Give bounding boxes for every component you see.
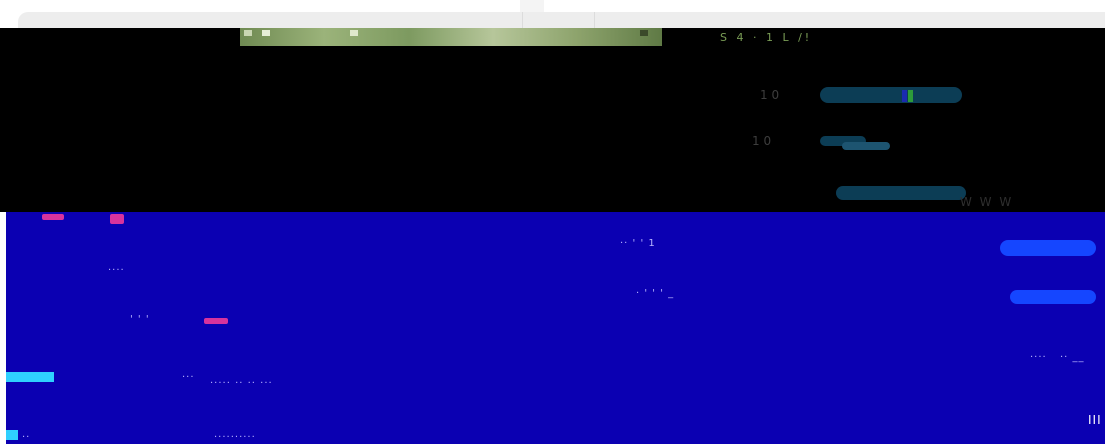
list-item-meta: 1 0 [752,134,772,148]
thumbnail-caption: S 4 · 1 L /! [720,32,813,44]
list-item-tail: W W W [960,195,1014,209]
faint-text: · ' ' ' _ [636,288,675,299]
faint-text: ·· __ [1060,352,1085,363]
app-window: S 4 · 1 L /! 1 0 1 0 W W W ·· ' ' 1 · ' … [0,0,1105,444]
dialog-overlay [6,212,1105,444]
faint-text: ·· ' ' 1 [620,238,656,249]
list-item[interactable]: 1 0 [0,122,1105,166]
option-pill[interactable] [1010,290,1096,304]
thumbnail-speck [640,30,648,36]
accent-mark [42,214,64,220]
faint-text: ·· [22,432,31,443]
list-item-title [410,132,585,150]
pill-marker [908,90,913,102]
tab-tick [520,0,544,12]
thumbnail-speck [244,30,252,36]
progress-pill-tail [842,142,890,150]
faint-text: ' ' ' [130,314,150,325]
faint-text: ·········· [214,432,256,443]
pill-marker [902,90,907,102]
accent-mark [6,372,54,382]
faint-text: .... [108,262,125,273]
accent-mark [6,430,18,440]
faint-text: ···· [1030,352,1047,363]
list-item-title [370,184,640,202]
thumbnail-speck [262,30,270,36]
list-item-meta: 1 0 [760,88,780,102]
faint-text: ····· ·· ·· ··· [210,378,273,389]
option-pill[interactable] [1000,240,1096,256]
accent-mark [204,318,228,324]
dialog-tail: III [1088,413,1102,427]
progress-pill [836,186,966,200]
list-item-tail [990,88,1090,104]
list-item[interactable]: W W W [0,170,1105,214]
list-item[interactable]: 1 0 [0,76,1105,120]
thumbnail-image [240,28,662,46]
progress-pill [820,87,962,103]
list-item-title [390,86,580,104]
thumbnail-speck [350,30,358,36]
list-item-tail [990,134,1090,150]
list-item-meta [800,184,830,202]
faint-text: ··· [182,372,195,383]
accent-mark [110,214,124,224]
